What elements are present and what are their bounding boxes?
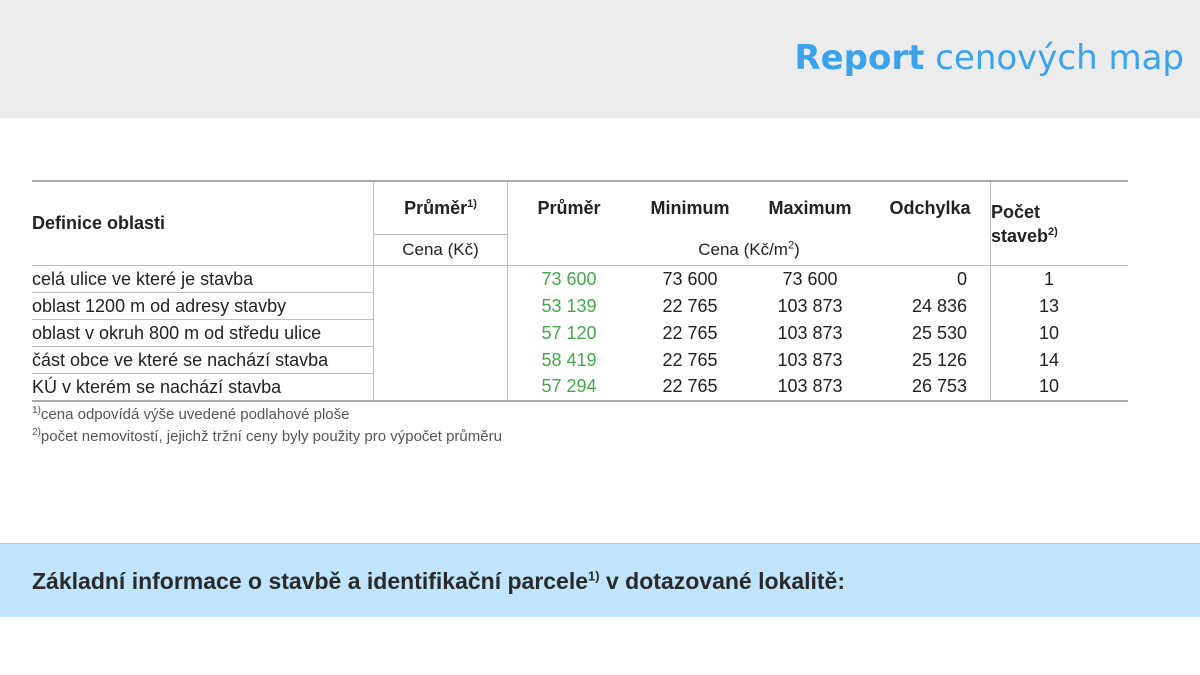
table-row: oblast v okruh 800 m od středu ulice 57 … — [32, 319, 1128, 347]
cell-odchylka: 26 753 — [870, 373, 991, 401]
cell-prumer: 57 294 — [541, 376, 597, 397]
cell-pocet: 14 — [1039, 349, 1060, 370]
row-label: oblast 1200 m od adresy stavby — [32, 292, 374, 320]
cell-prumer: 57 120 — [541, 322, 597, 343]
section-title: Základní informace o stavbě a identifika… — [32, 568, 846, 594]
cell-pocet: 1 — [1044, 268, 1055, 289]
report-header: Report cenových map — [0, 0, 1200, 118]
footnotes: 1)cena odpovídá výše uvedené podlahové p… — [32, 404, 502, 448]
row-label: celá ulice ve které je stavba — [32, 265, 374, 293]
table-row: část obce ve které se nachází stavba 58 … — [32, 346, 1128, 374]
table-row: oblast 1200 m od adresy stavby 53 139 22… — [32, 292, 1128, 320]
footnote-2: 2)počet nemovitostí, jejichž tržní ceny … — [32, 427, 502, 446]
report-title-rest: cenových map — [935, 38, 1184, 78]
col-header-prumer: Průměr — [537, 197, 601, 218]
cell-maximum: 103 873 — [777, 349, 843, 370]
cell-minimum: 22 765 — [662, 322, 718, 343]
cell-pocet: 13 — [1039, 295, 1060, 316]
price-map-table: Definice oblasti Průměr1) Průměr Minimum… — [32, 180, 1128, 402]
cell-maximum: 103 873 — [777, 295, 843, 316]
cell-maximum: 103 873 — [777, 376, 843, 397]
row-label: oblast v okruh 800 m od středu ulice — [32, 319, 374, 347]
cell-prumer: 53 139 — [541, 295, 597, 316]
cell-maximum: 73 600 — [782, 268, 838, 289]
footnote-1: 1)cena odpovídá výše uvedené podlahové p… — [32, 405, 350, 424]
cell-pocet: 10 — [1039, 376, 1060, 397]
col-header-definice: Definice oblasti — [32, 181, 374, 266]
cell-odchylka: 25 126 — [870, 346, 991, 374]
report-title: Report cenových map — [794, 38, 1184, 78]
col-header-odchylka: Odchylka — [870, 181, 991, 235]
cell-minimum: 22 765 — [662, 376, 718, 397]
prumer-kc-empty — [373, 265, 508, 401]
cell-odchylka: 24 836 — [870, 292, 991, 320]
row-label: část obce ve které se nachází stavba — [32, 346, 374, 374]
cell-minimum: 73 600 — [662, 268, 718, 289]
cell-prumer: 58 419 — [541, 349, 597, 370]
table-header-row: Definice oblasti Průměr1) Průměr Minimum… — [32, 181, 1128, 266]
table-row: celá ulice ve které je stavba 73 600 73 … — [32, 265, 1128, 401]
col-header-minimum: Minimum — [650, 197, 730, 218]
col-header-maximum: Maximum — [768, 197, 852, 218]
unit-kc: Cena (Kč) — [373, 234, 508, 266]
report-title-bold: Report — [794, 38, 925, 78]
cell-maximum: 103 873 — [777, 322, 843, 343]
cell-odchylka: 0 — [870, 265, 991, 293]
cell-pocet: 10 — [1039, 322, 1060, 343]
col-header-pocet: Počet staveb2) — [991, 201, 1058, 246]
cell-prumer: 73 600 — [541, 268, 597, 289]
section-banner: Základní informace o stavbě a identifika… — [0, 543, 1200, 617]
row-label: KÚ v kterém se nachází stavba — [32, 373, 374, 401]
table-row: KÚ v kterém se nachází stavba 57 294 22 … — [32, 373, 1128, 401]
cell-minimum: 22 765 — [662, 349, 718, 370]
cell-odchylka: 25 530 — [870, 319, 991, 347]
col-header-prumer-1: Průměr1) — [373, 181, 508, 235]
cell-minimum: 22 765 — [662, 295, 718, 316]
unit-kc-m2: Cena (Kč/m2) — [507, 234, 991, 266]
